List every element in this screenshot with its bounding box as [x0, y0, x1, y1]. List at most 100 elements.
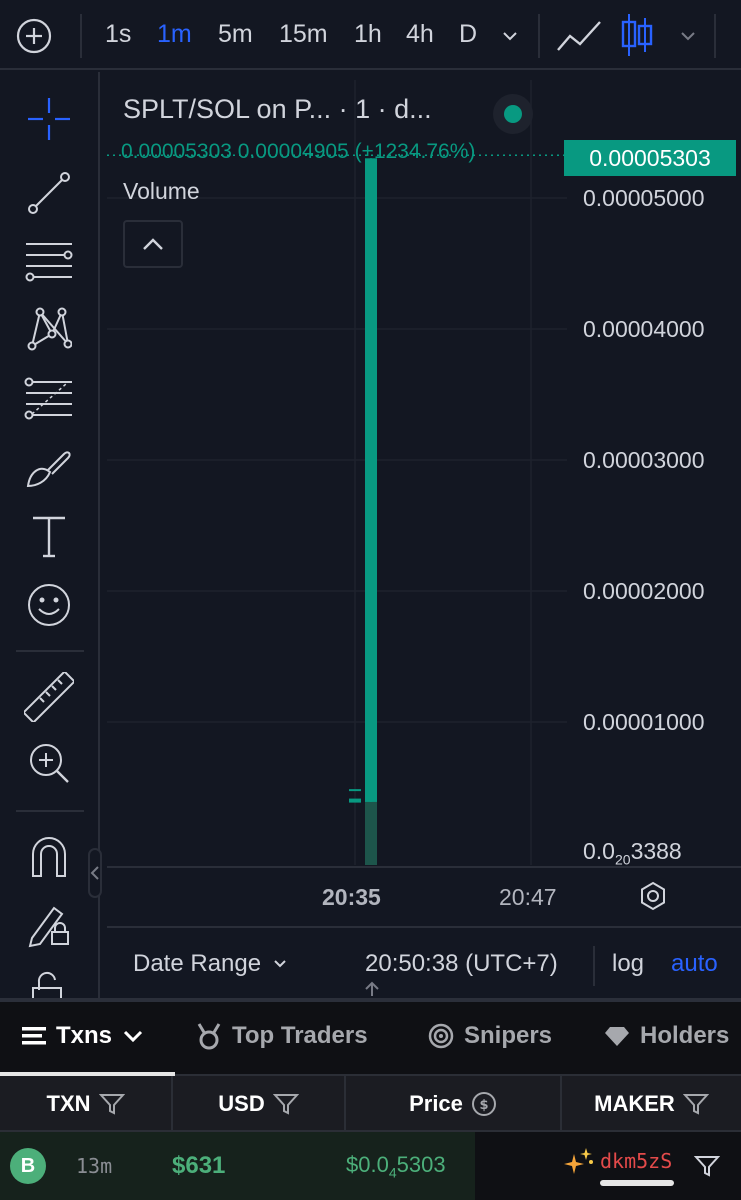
fib-retracement-tool[interactable]: [24, 374, 74, 424]
tab-top-traders[interactable]: Top Traders: [196, 1022, 368, 1050]
price-axis-label: 0.00001000: [583, 709, 705, 735]
timeframe-5m[interactable]: 5m: [218, 20, 253, 49]
list-icon: [22, 1027, 46, 1045]
target-icon: [428, 1023, 454, 1049]
filter-icon[interactable]: [694, 1154, 720, 1178]
zoom-in-tool[interactable]: [24, 738, 74, 788]
pattern-icon: [27, 307, 72, 351]
toolbar-separator: [16, 810, 84, 812]
filter-icon[interactable]: [98, 1092, 125, 1116]
candle-body[interactable]: [349, 798, 361, 803]
column-header-txn[interactable]: TXN: [0, 1076, 173, 1132]
emoji-tool[interactable]: [24, 580, 74, 630]
volume-bar[interactable]: [365, 801, 377, 865]
sparkles-icon: [564, 1148, 593, 1174]
timeframe-1m[interactable]: 1m: [157, 20, 192, 49]
text-tool[interactable]: [24, 512, 74, 562]
table-row[interactable]: B 13m $631 $0.045303 dkm5zS: [0, 1132, 741, 1200]
horizontal-lines-tool[interactable]: [24, 236, 74, 286]
price-axis-label-min: 0.0203388: [583, 838, 682, 868]
unlock-tool[interactable]: [24, 968, 74, 998]
symbol-title[interactable]: SPLT/SOL on P... · 1 · d...: [123, 94, 432, 125]
chevron-up-icon: [143, 238, 163, 250]
data-tabs: Txns Top Traders Snipers Holders: [0, 1002, 741, 1076]
ruler-icon: [24, 672, 74, 722]
drawing-toolbar: [0, 72, 100, 998]
chart-bottom-bar: Date Range 20:50:38 (UTC+7) log auto: [107, 926, 741, 998]
chevron-down-icon[interactable]: [678, 26, 698, 46]
table-header: TXN USD Price $ MAKER: [0, 1076, 741, 1132]
ohlc-values: 0.00005303 0.00004905 (+1234.76%): [121, 140, 476, 163]
toolbar-separator: [80, 14, 82, 58]
time-axis-label: 20:35: [322, 884, 381, 910]
line-chart-icon[interactable]: [556, 18, 602, 54]
filter-icon[interactable]: [272, 1092, 299, 1116]
timezone-clock[interactable]: 20:50:38 (UTC+7): [365, 950, 558, 978]
lock-drawing-tool[interactable]: [24, 900, 74, 950]
txn-usd: $631: [172, 1152, 226, 1179]
maker-cell[interactable]: dkm5zS: [564, 1146, 672, 1176]
emoji-icon: [28, 584, 70, 626]
volume-label: Volume: [123, 178, 200, 204]
chevron-down-icon[interactable]: [500, 26, 520, 46]
candlestick-icon[interactable]: [620, 12, 654, 58]
brush-tool[interactable]: [24, 444, 74, 494]
magnet-icon: [32, 837, 66, 877]
price-axis-label: 0.00002000: [583, 578, 705, 604]
lock-drawing-icon: [28, 906, 69, 948]
current-price-tag: 0.00005303: [564, 140, 736, 176]
brush-icon: [26, 451, 71, 488]
crosshair-tool[interactable]: [24, 94, 74, 144]
horizontal-lines-icon: [25, 243, 73, 282]
chart-pane[interactable]: SPLT/SOL on P... · 1 · d... 0.00005303 0…: [107, 80, 741, 868]
zoom-in-icon: [30, 744, 69, 783]
time-axis-label: 20:47: [499, 884, 557, 910]
tab-snipers[interactable]: Snipers: [428, 1022, 552, 1050]
chevron-down-icon: [274, 960, 286, 968]
column-header-maker[interactable]: MAKER: [562, 1076, 741, 1132]
time-axis[interactable]: 20:35 20:47: [107, 866, 741, 926]
timeframe-4h[interactable]: 4h: [406, 20, 434, 49]
unlock-icon: [32, 971, 62, 998]
add-indicator-icon[interactable]: [16, 18, 52, 54]
tab-holders[interactable]: Holders: [604, 1022, 741, 1050]
timeframe-1s[interactable]: 1s: [105, 20, 131, 49]
text-icon: [33, 516, 65, 558]
toolbar-separator: [538, 14, 540, 58]
legend-collapse-button[interactable]: [123, 220, 183, 268]
chevron-left-icon: [90, 866, 99, 880]
medal-icon: [197, 1023, 221, 1050]
market-status-indicator: [493, 94, 533, 134]
auto-scale-button[interactable]: auto: [671, 950, 718, 978]
candle-body[interactable]: [365, 158, 377, 802]
timeframe-15m[interactable]: 15m: [279, 20, 328, 49]
timeframe-1h[interactable]: 1h: [354, 20, 382, 49]
toolbar-separator: [16, 650, 84, 652]
date-range-dropdown[interactable]: Date Range: [133, 950, 289, 978]
timeframe-d[interactable]: D: [459, 20, 477, 49]
magnet-tool[interactable]: [24, 832, 74, 882]
column-header-price[interactable]: Price $: [346, 1076, 562, 1132]
currency-toggle-icon[interactable]: $: [471, 1091, 497, 1117]
chevron-down-icon: [123, 1030, 143, 1043]
top-toolbar: 1s 1m 5m 15m 1h 4h D: [0, 0, 741, 70]
svg-text:$: $: [479, 1098, 488, 1113]
crosshair-icon: [28, 98, 70, 140]
price-axis-label: 0.00003000: [583, 447, 705, 473]
trend-line-icon: [28, 172, 70, 214]
toolbar-separator: [714, 14, 716, 58]
chart-settings-icon[interactable]: [637, 880, 669, 912]
separator: [593, 946, 595, 986]
toolbar-collapse-handle[interactable]: [88, 848, 102, 898]
tab-txns[interactable]: Txns: [22, 1022, 144, 1050]
maker-address[interactable]: dkm5zS: [600, 1149, 672, 1173]
txn-type-badge: B: [10, 1148, 46, 1184]
diamond-icon: [605, 1027, 629, 1046]
pattern-tool[interactable]: [24, 304, 74, 354]
log-scale-button[interactable]: log: [612, 950, 644, 978]
column-header-usd[interactable]: USD: [173, 1076, 346, 1132]
trend-line-tool[interactable]: [24, 168, 74, 218]
filter-icon[interactable]: [682, 1092, 709, 1116]
ruler-tool[interactable]: [24, 672, 74, 722]
maker-balance-bar: [600, 1180, 674, 1186]
